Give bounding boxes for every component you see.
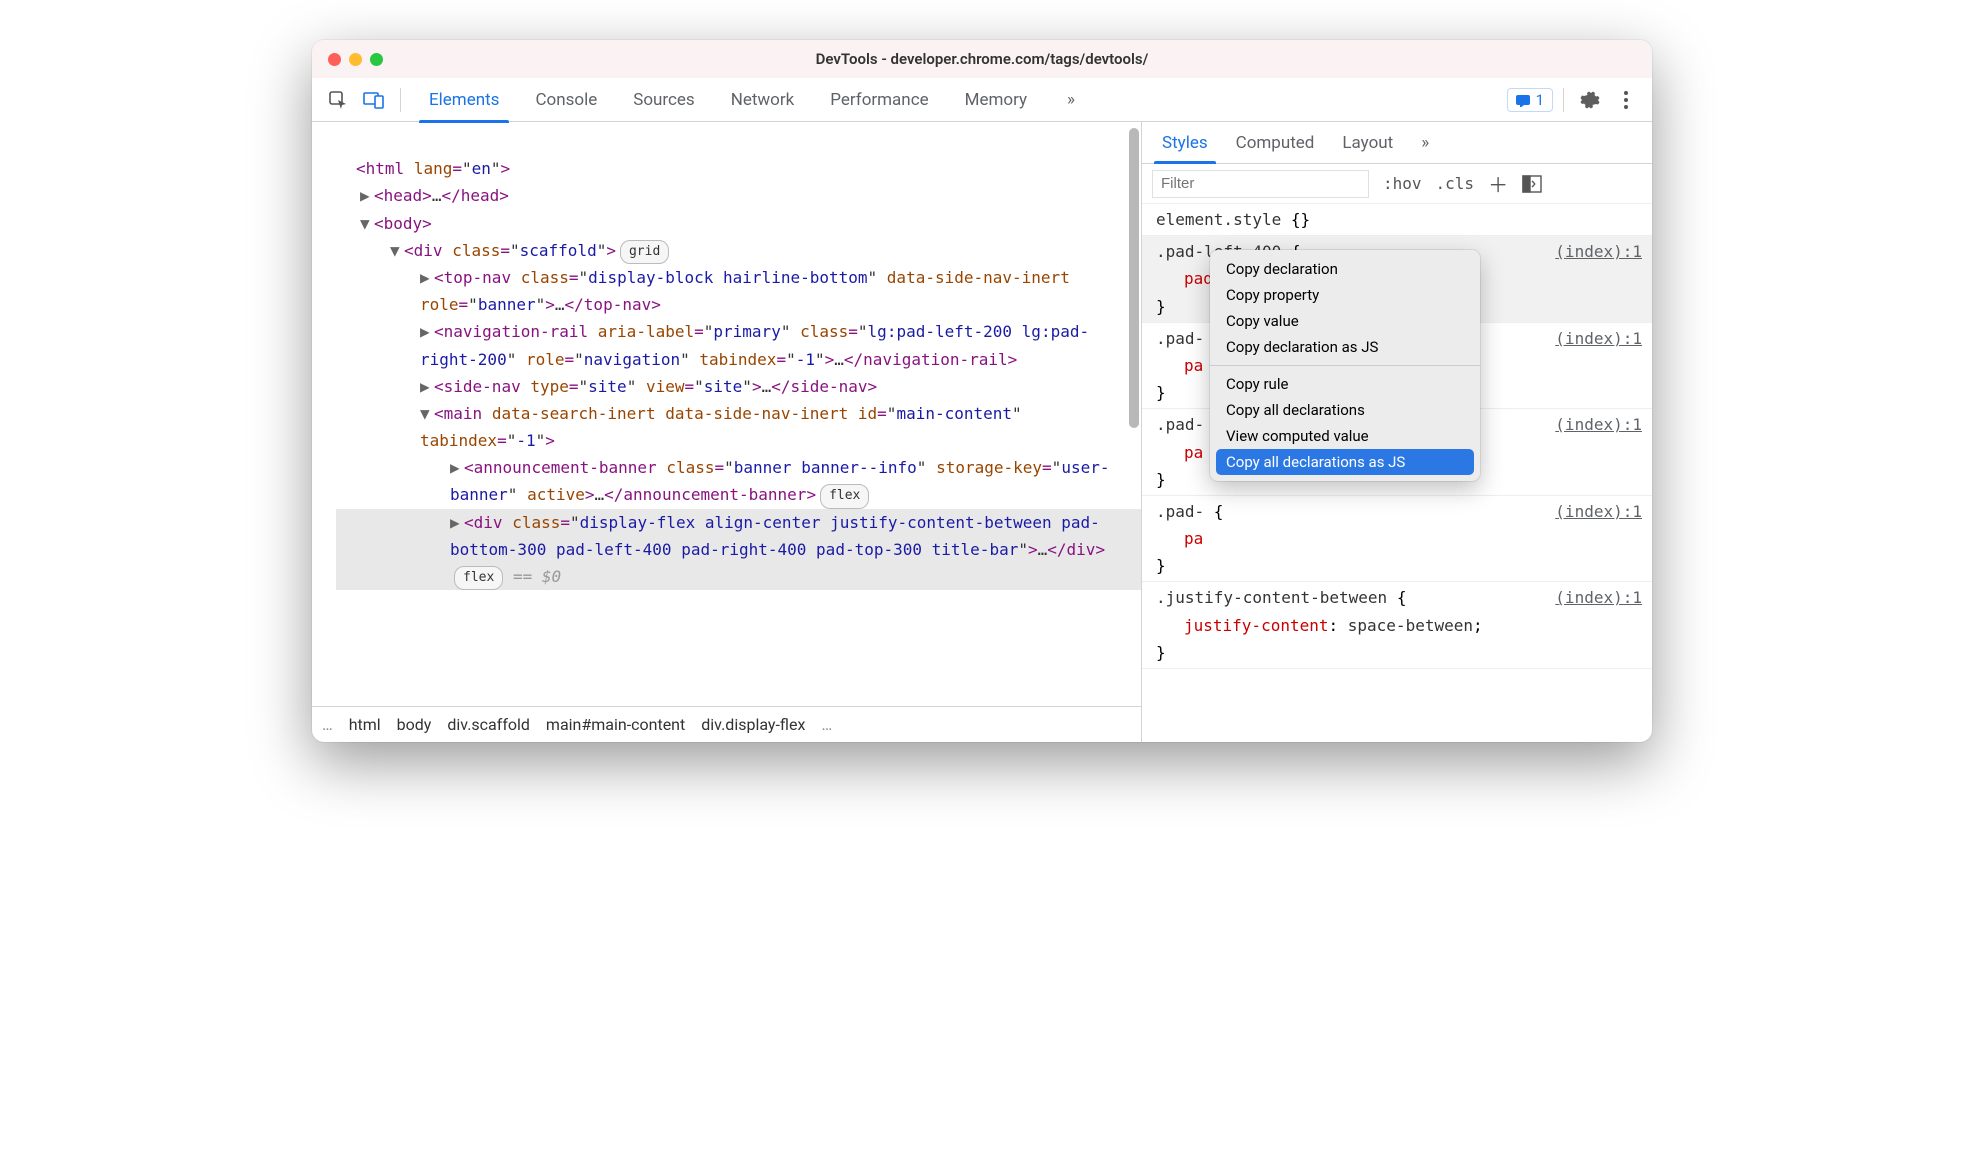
styles-tab-styles[interactable]: Styles (1148, 122, 1222, 163)
inspect-element-icon[interactable] (322, 84, 354, 116)
panel-tab-performance[interactable]: Performance (812, 78, 946, 122)
new-style-rule-button[interactable]: ＋ (1488, 169, 1508, 198)
minimize-window-button[interactable] (349, 53, 362, 66)
panel-tab-elements[interactable]: Elements (411, 78, 517, 122)
traffic-lights (328, 53, 383, 66)
issues-badge[interactable]: 1 (1507, 88, 1553, 112)
styles-more-tabs[interactable]: » (1407, 122, 1443, 163)
styles-toolbar: :hov .cls ＋ (1142, 164, 1652, 204)
breadcrumb-item[interactable]: html (349, 715, 381, 734)
breadcrumb: … html body div.scaffold main#main-content di… (312, 706, 1141, 742)
breadcrumb-item[interactable]: main#main-content (546, 715, 685, 734)
elements-pane: <html lang="en">▶<head>…</head>▼<body>▼<… (312, 122, 1142, 742)
css-rule[interactable]: (index):1.justify-content-between {justi… (1142, 582, 1652, 669)
computed-panel-toggle-icon[interactable] (1522, 175, 1542, 193)
css-rule[interactable]: element.style {} (1142, 204, 1652, 236)
context-menu-item[interactable]: Copy property (1210, 282, 1480, 308)
separator (400, 88, 401, 112)
dom-node[interactable]: <html lang="en"> (336, 155, 1141, 182)
scrollbar-thumb[interactable] (1129, 128, 1139, 428)
dom-node[interactable]: ▶<announcement-banner class="banner bann… (336, 454, 1141, 508)
breadcrumb-item[interactable]: … (322, 715, 333, 734)
dom-node[interactable]: ⋯▶<div class="display-flex align-center … (336, 509, 1141, 591)
breadcrumb-item[interactable]: … (821, 715, 832, 734)
dom-tree[interactable]: <html lang="en">▶<head>…</head>▼<body>▼<… (312, 122, 1141, 706)
cls-toggle[interactable]: .cls (1436, 174, 1475, 193)
main-toolbar: ElementsConsoleSourcesNetworkPerformance… (312, 78, 1652, 122)
titlebar: DevTools - developer.chrome.com/tags/dev… (312, 40, 1652, 78)
context-menu-item[interactable]: Copy value (1210, 308, 1480, 334)
context-menu-item[interactable]: Copy all declarations (1210, 397, 1480, 423)
panel-tab-console[interactable]: Console (517, 78, 615, 122)
kebab-menu-icon[interactable] (1610, 84, 1642, 116)
devtools-window: DevTools - developer.chrome.com/tags/dev… (312, 40, 1652, 742)
context-menu-separator (1210, 365, 1480, 366)
styles-tab-computed[interactable]: Computed (1222, 122, 1329, 163)
css-rule[interactable]: (index):1.pad- {pa} (1142, 496, 1652, 583)
breadcrumb-item[interactable]: div.display-flex (701, 715, 805, 734)
dom-node[interactable]: ▼<main data-search-inert data-side-nav-i… (336, 400, 1141, 454)
separator (1563, 88, 1564, 112)
breadcrumb-item[interactable]: body (397, 715, 432, 734)
dom-node[interactable] (336, 128, 1141, 155)
more-tabs-button[interactable]: » (1049, 90, 1093, 110)
breadcrumb-item[interactable]: div.scaffold (447, 715, 530, 734)
dom-node[interactable]: ▶<top-nav class="display-block hairline-… (336, 264, 1141, 318)
context-menu-item[interactable]: View computed value (1210, 423, 1480, 449)
panel-tabs: ElementsConsoleSourcesNetworkPerformance… (411, 78, 1045, 122)
dom-node[interactable]: ▶<navigation-rail aria-label="primary" c… (336, 318, 1141, 372)
context-menu-item[interactable]: Copy declaration as JS (1210, 334, 1480, 360)
panel-tab-network[interactable]: Network (713, 78, 813, 122)
styles-tabs: StylesComputedLayout» (1142, 122, 1652, 164)
dom-node[interactable]: ▼<body> (336, 210, 1141, 237)
main-split: <html lang="en">▶<head>…</head>▼<body>▼<… (312, 122, 1652, 742)
context-menu-item[interactable]: Copy rule (1210, 371, 1480, 397)
maximize-window-button[interactable] (370, 53, 383, 66)
styles-tab-layout[interactable]: Layout (1328, 122, 1407, 163)
hov-toggle[interactable]: :hov (1383, 174, 1422, 193)
settings-gear-icon[interactable] (1574, 84, 1606, 116)
styles-filter-input[interactable] (1152, 170, 1369, 198)
styles-pane: StylesComputedLayout» :hov .cls ＋ elemen… (1142, 122, 1652, 742)
device-toolbar-icon[interactable] (358, 84, 390, 116)
context-menu-item[interactable]: Copy all declarations as JS (1216, 449, 1474, 475)
context-menu-item[interactable]: Copy declaration (1210, 256, 1480, 282)
close-window-button[interactable] (328, 53, 341, 66)
context-menu: Copy declarationCopy propertyCopy valueC… (1210, 250, 1480, 481)
dom-node[interactable]: ▼<div class="scaffold">grid (336, 237, 1141, 264)
panel-tab-sources[interactable]: Sources (615, 78, 712, 122)
window-title: DevTools - developer.chrome.com/tags/dev… (816, 50, 1149, 68)
dom-node[interactable]: ▶<head>…</head> (336, 182, 1141, 209)
panel-tab-memory[interactable]: Memory (947, 78, 1045, 122)
issues-count: 1 (1536, 91, 1544, 109)
dom-node[interactable]: ▶<side-nav type="site" view="site">…</si… (336, 373, 1141, 400)
